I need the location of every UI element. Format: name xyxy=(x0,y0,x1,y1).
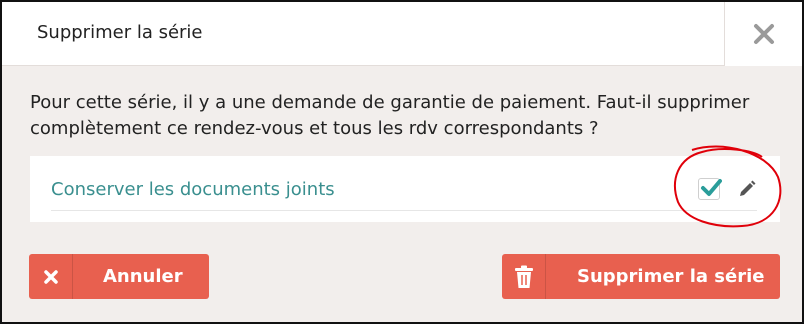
dialog-title: Supprimer la série xyxy=(37,22,203,43)
close-button[interactable] xyxy=(724,2,802,66)
delete-series-button[interactable]: Supprimer la série xyxy=(502,254,780,299)
keep-attachments-label[interactable]: Conserver les documents joints xyxy=(51,179,335,200)
delete-series-button-label: Supprimer la série xyxy=(577,266,765,287)
cancel-button[interactable]: Annuler xyxy=(29,254,209,299)
pencil-icon[interactable] xyxy=(738,180,756,198)
close-icon[interactable] xyxy=(753,23,775,45)
checkmark-icon xyxy=(701,179,722,196)
trash-icon xyxy=(514,265,533,288)
delete-icon-box xyxy=(502,254,546,299)
cancel-button-label: Annuler xyxy=(103,266,183,287)
dialog-header: Supprimer la série xyxy=(2,2,802,66)
dialog-message: Pour cette série, il y a une demande de … xyxy=(30,92,750,139)
delete-series-dialog: Supprimer la série Pour cette série, il … xyxy=(0,0,804,324)
x-icon xyxy=(43,269,58,284)
option-divider xyxy=(51,210,757,211)
keep-attachments-checkbox[interactable] xyxy=(698,178,722,200)
option-row: Conserver les documents joints xyxy=(30,156,780,222)
cancel-icon-box xyxy=(29,254,73,299)
